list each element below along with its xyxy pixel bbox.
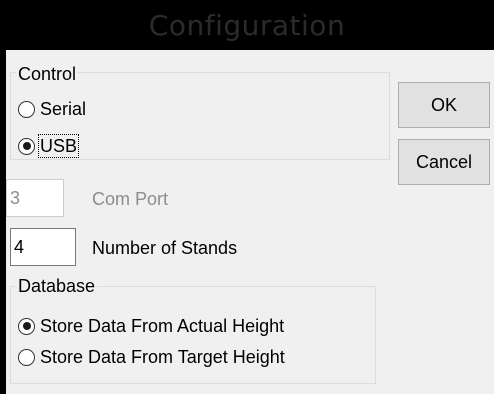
title-bar[interactable]: Configuration — [0, 0, 494, 50]
control-group-label: Control — [16, 64, 79, 84]
radio-target-height[interactable]: Store Data From Target Height — [18, 345, 286, 369]
radio-usb-label[interactable]: USB — [37, 134, 80, 158]
window-title: Configuration — [148, 8, 346, 42]
com-port-label: Com Port — [92, 189, 169, 209]
cancel-button[interactable]: Cancel — [398, 139, 490, 185]
radio-target-height-label[interactable]: Store Data From Target Height — [39, 346, 286, 368]
radio-actual-height-indicator[interactable] — [18, 317, 35, 335]
stands-input[interactable] — [10, 228, 76, 266]
radio-serial[interactable]: Serial — [18, 97, 87, 121]
radio-usb[interactable]: USB — [18, 134, 80, 158]
database-group-label: Database — [16, 276, 98, 296]
radio-target-height-indicator[interactable] — [18, 348, 35, 366]
radio-actual-height-label[interactable]: Store Data From Actual Height — [39, 315, 285, 337]
com-port-input[interactable] — [6, 179, 64, 217]
dialog-client-area: Control Serial USB OK Cancel Com Port Nu… — [6, 50, 494, 394]
radio-serial-label[interactable]: Serial — [39, 98, 87, 120]
radio-serial-indicator[interactable] — [18, 100, 35, 118]
ok-button[interactable]: OK — [398, 82, 490, 128]
radio-usb-indicator[interactable] — [18, 137, 35, 155]
radio-actual-height[interactable]: Store Data From Actual Height — [18, 314, 285, 338]
stands-label: Number of Stands — [92, 238, 238, 258]
